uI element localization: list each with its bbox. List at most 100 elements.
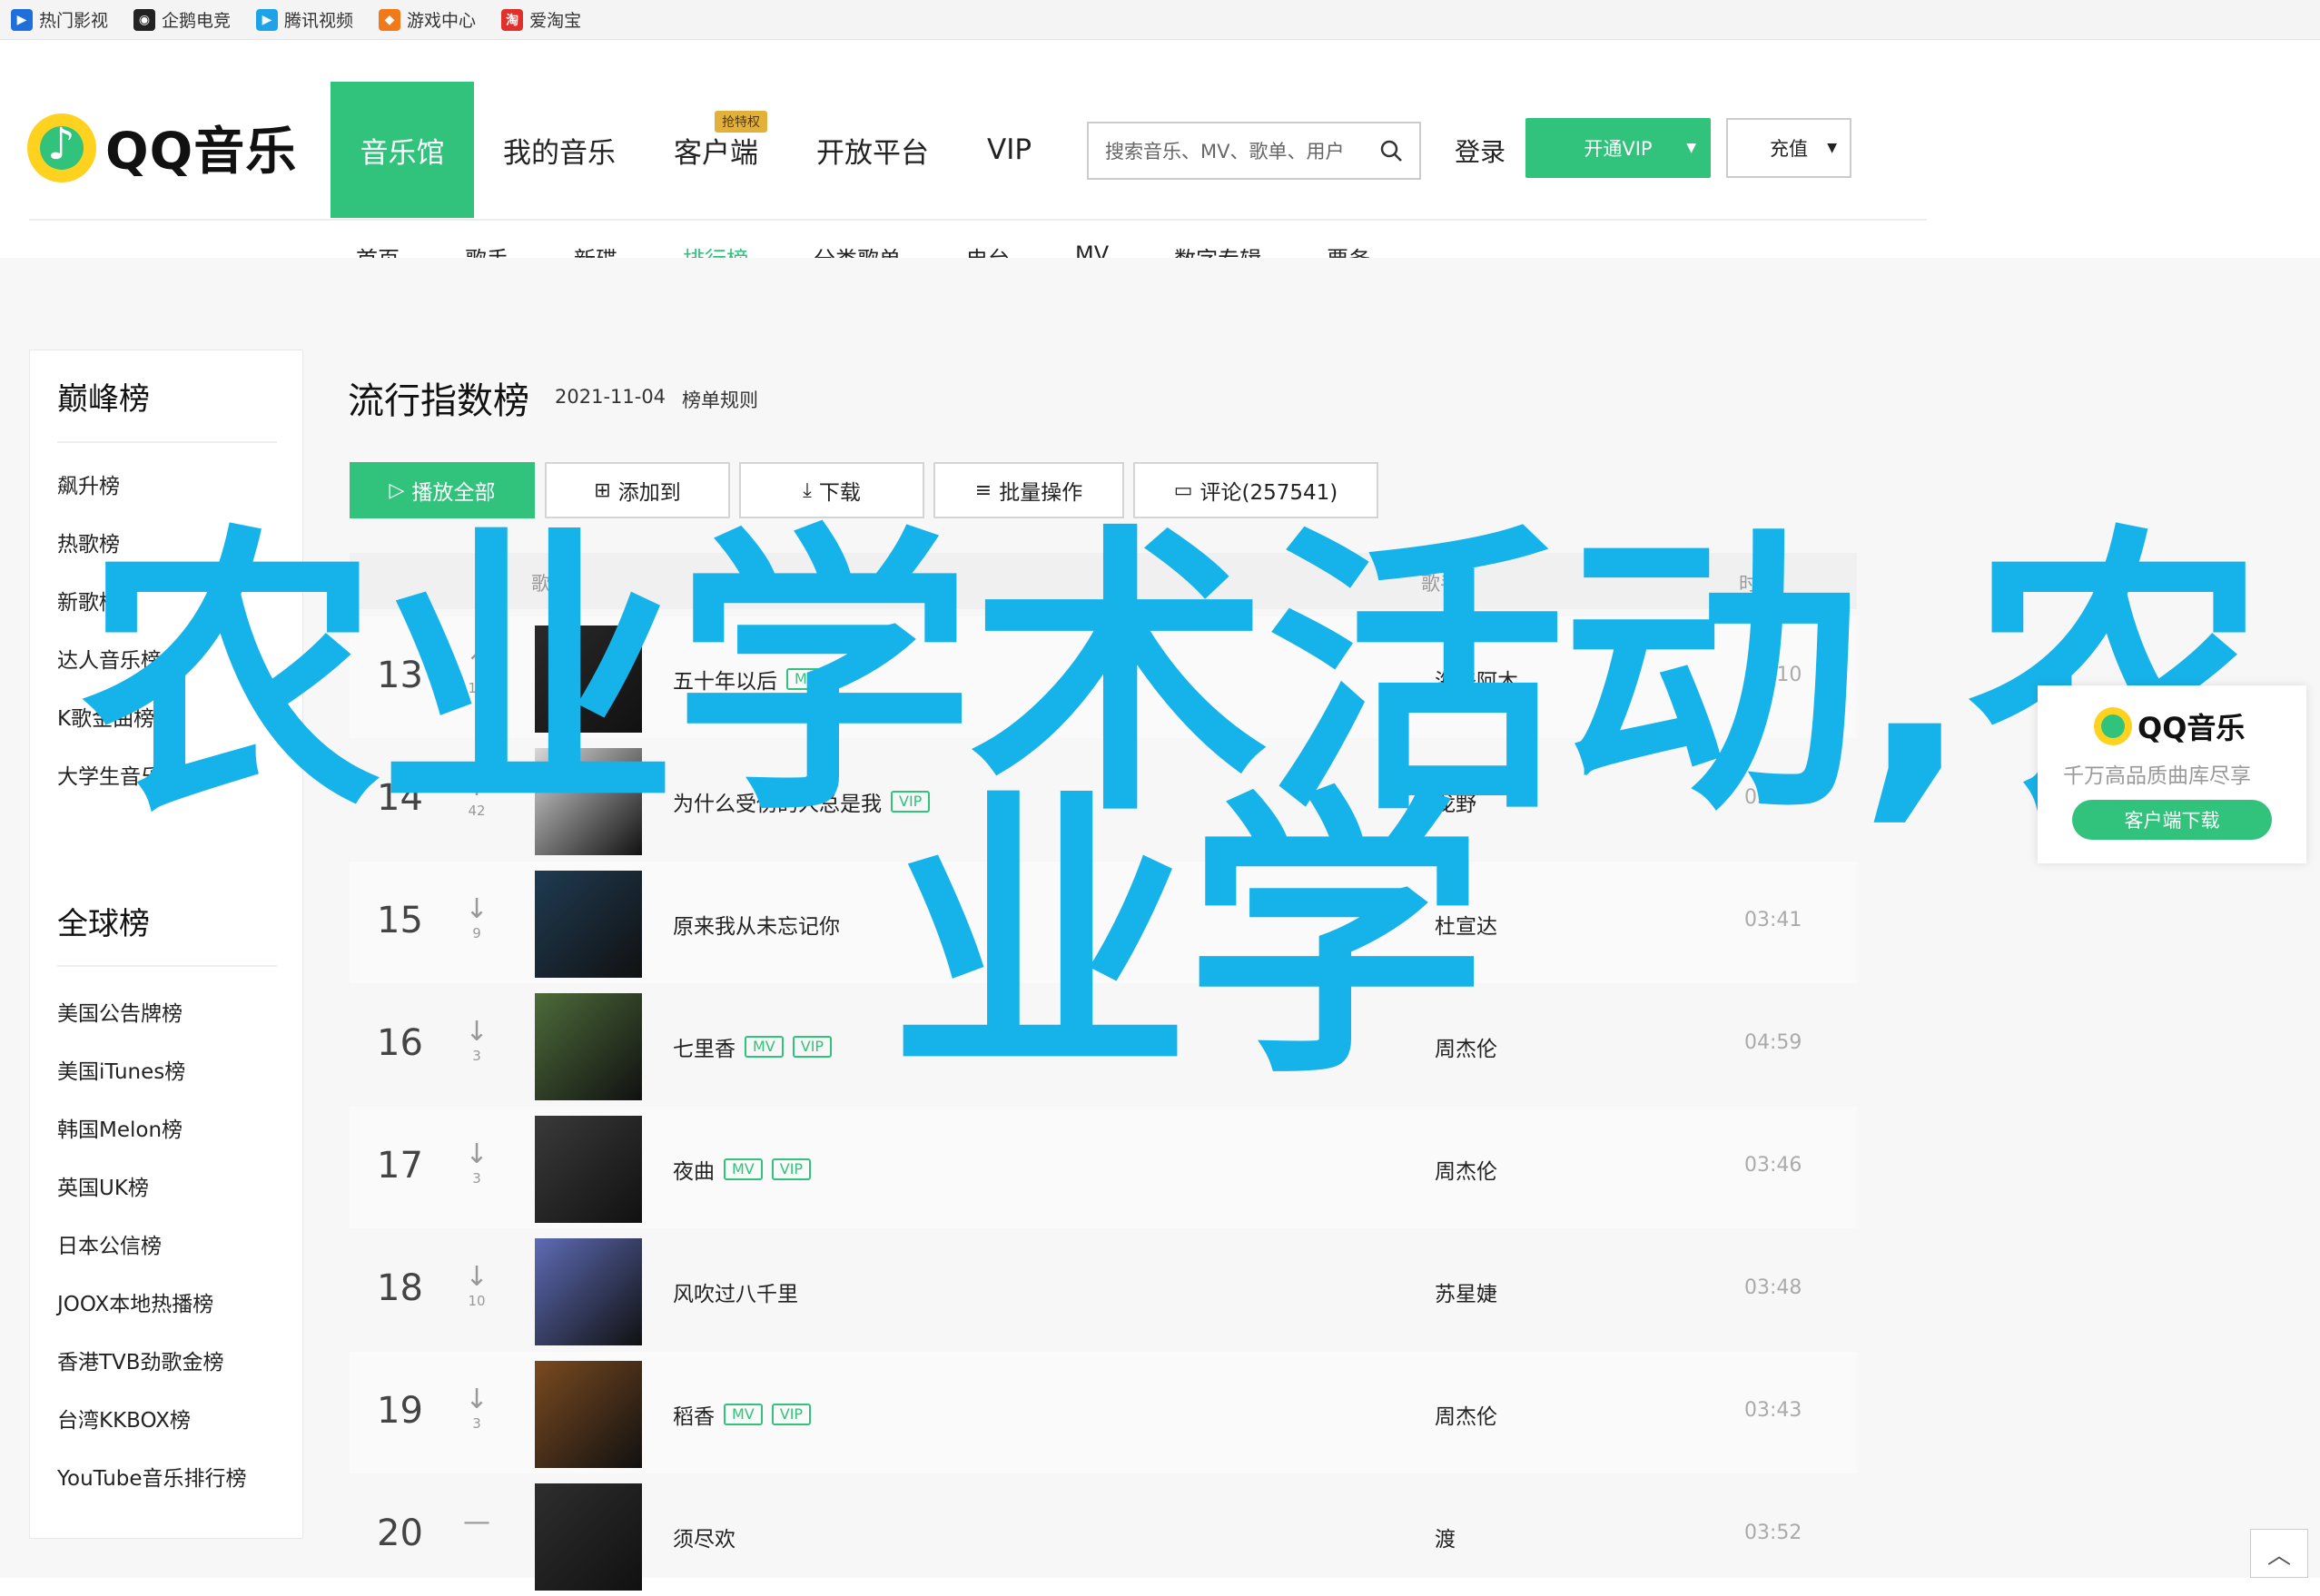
sidebar-chart-item[interactable]: 美国iTunes榜	[57, 1054, 185, 1085]
main-nav-item[interactable]: 开放平台	[787, 82, 958, 218]
album-cover[interactable]	[535, 1361, 642, 1468]
sidebar-chart-item[interactable]: 热歌榜	[57, 527, 120, 557]
main-nav-item[interactable]: 客户端 抢特权	[645, 82, 787, 218]
sidebar-chart-item[interactable]: 香港TVB劲歌金榜	[57, 1345, 224, 1375]
singer-name[interactable]: 杜宣达	[1435, 909, 1497, 940]
open-vip-button[interactable]: 开通VIP ▼	[1525, 118, 1711, 178]
song-title-cell: 原来我从未忘记你	[673, 909, 840, 940]
table-row[interactable]: 17 ↓ 3 夜曲 MV VIP 周杰伦 03:46	[350, 1107, 1857, 1228]
sidebar-chart-item[interactable]: 韩国Melon榜	[57, 1112, 183, 1143]
song-rank: 14	[377, 777, 423, 819]
sidebar-chart-item[interactable]: 美国公告牌榜	[57, 996, 183, 1027]
singer-name[interactable]: 龙野	[1435, 786, 1476, 817]
main-nav-item[interactable]: VIP	[958, 82, 1061, 218]
rank-trend: ↑ 15	[463, 651, 490, 697]
table-row[interactable]: 13 ↑ 15 五十年以后 MV 海来阿木 05:10	[350, 616, 1857, 738]
table-row[interactable]: 18 ↓ 10 风吹过八千里 苏星婕 03:48	[350, 1229, 1857, 1351]
song-title[interactable]: 夜曲	[673, 1154, 715, 1185]
song-rank: 17	[377, 1145, 423, 1187]
sidebar-chart-item[interactable]: 飙升榜	[57, 468, 120, 499]
album-cover[interactable]	[535, 626, 642, 733]
qq-music-logo[interactable]: QQ音乐	[27, 111, 297, 184]
main-nav-label: 开放平台	[816, 136, 929, 170]
back-to-top-button[interactable]: ︿	[2250, 1529, 2308, 1578]
singer-name[interactable]: 渡	[1435, 1522, 1456, 1552]
search-icon[interactable]	[1379, 139, 1403, 163]
sidebar-chart-item[interactable]: K歌金曲榜	[57, 701, 154, 732]
search-input[interactable]: 搜索音乐、MV、歌单、用户	[1087, 122, 1421, 180]
add-to-button[interactable]: ⊞ 添加到	[545, 462, 730, 518]
table-row[interactable]: 16 ↓ 3 七里香 MV VIP 周杰伦 04:59	[350, 984, 1857, 1106]
login-link[interactable]: 登录	[1455, 133, 1506, 169]
bookmark-item[interactable]: ▶ 热门影视	[11, 7, 108, 32]
song-title[interactable]: 风吹过八千里	[673, 1276, 798, 1307]
sidebar-chart-item[interactable]: 大学生音乐榜	[57, 759, 183, 790]
sidebar-chart-item[interactable]: 日本公信榜	[57, 1228, 162, 1259]
album-cover[interactable]	[535, 871, 642, 978]
table-row[interactable]: 19 ↓ 3 稻香 MV VIP 周杰伦 03:43	[350, 1352, 1857, 1473]
album-cover[interactable]	[535, 1483, 642, 1591]
download-button[interactable]: ⤓ 下载	[739, 462, 924, 518]
sidebar-chart-item[interactable]: 英国UK榜	[57, 1170, 149, 1201]
sidebar-chart-item[interactable]: 达人音乐榜	[57, 643, 162, 674]
singer-name[interactable]: 周杰伦	[1435, 1031, 1497, 1062]
sidebar-chart-item[interactable]: YouTube音乐排行榜	[57, 1461, 247, 1492]
sidebar-chart-item[interactable]: 台湾KKBOX榜	[57, 1403, 191, 1433]
caret-down-icon[interactable]: ▼	[1686, 141, 1696, 155]
rank-change: 15	[468, 680, 486, 696]
singer-name[interactable]: 周杰伦	[1435, 1154, 1497, 1185]
song-title-cell: 为什么受伤的人总是我 VIP	[673, 786, 931, 817]
song-duration: 03:43	[1744, 1399, 1802, 1422]
sidebar-chart-item[interactable]: 新歌榜	[57, 585, 120, 616]
sidebar-chart-item[interactable]: JOOX本地热播榜	[57, 1286, 213, 1317]
song-title-cell: 夜曲 MV VIP	[673, 1154, 812, 1185]
album-cover[interactable]	[535, 993, 642, 1100]
mv-badge[interactable]: MV	[745, 1036, 784, 1058]
recharge-button[interactable]: 充值 ▼	[1726, 118, 1851, 178]
main-nav-label: 音乐馆	[360, 136, 445, 170]
caret-down-icon[interactable]: ▼	[1827, 141, 1837, 155]
mv-badge[interactable]: MV	[786, 668, 825, 690]
song-duration: 05:10	[1744, 664, 1802, 686]
singer-name[interactable]: 苏星婕	[1435, 1276, 1497, 1307]
list-edit-icon: ≡	[974, 478, 992, 502]
rank-change: 3	[472, 1170, 481, 1187]
table-row[interactable]: 14 ↑ 42 为什么受伤的人总是我 VIP 龙野 03:43	[350, 739, 1857, 861]
main-nav-item[interactable]: 我的音乐	[474, 82, 645, 218]
mv-badge[interactable]: MV	[724, 1404, 763, 1425]
song-title[interactable]: 七里香	[673, 1031, 735, 1062]
song-title[interactable]: 五十年以后	[673, 664, 777, 695]
song-title-cell: 七里香 MV VIP	[673, 1031, 833, 1062]
film-icon: ▶	[11, 8, 33, 31]
album-cover[interactable]	[535, 748, 642, 855]
mv-badge[interactable]: MV	[724, 1158, 763, 1180]
bookmark-item[interactable]: ◉ 企鹅电竞	[133, 7, 231, 32]
album-cover[interactable]	[535, 1238, 642, 1345]
brand-name: QQ音乐	[105, 123, 298, 182]
song-title[interactable]: 原来我从未忘记你	[673, 909, 840, 940]
bookmark-item[interactable]: 淘爱淘宝	[501, 7, 581, 32]
comments-button[interactable]: ▭ 评论(257541)	[1133, 462, 1378, 518]
song-rank: 16	[377, 1022, 423, 1064]
bookmark-item[interactable]: ◆ 游戏中心	[379, 7, 476, 32]
bookmark-item[interactable]: ▶ 腾讯视频	[256, 7, 353, 32]
main-nav-item[interactable]: 音乐馆	[331, 82, 474, 218]
table-row[interactable]: 15 ↓ 9 原来我从未忘记你 杜宣达 03:41	[350, 862, 1857, 983]
singer-name[interactable]: 周杰伦	[1435, 1399, 1497, 1430]
open-vip-label: 开通VIP	[1584, 138, 1653, 160]
batch-operation-button[interactable]: ≡ 批量操作	[933, 462, 1124, 518]
song-title[interactable]: 稻香	[673, 1399, 715, 1430]
singer-name[interactable]: 海来阿木	[1435, 664, 1518, 695]
ad-slogan: 千万高品质曲库尽享	[2063, 764, 2251, 788]
client-download-button[interactable]: 客户端下载	[2072, 800, 2272, 840]
song-rank: 20	[377, 1512, 423, 1554]
play-all-button[interactable]: ▷ 播放全部	[350, 462, 535, 518]
song-title[interactable]: 须尽欢	[673, 1522, 735, 1552]
song-rank: 15	[377, 900, 423, 941]
chart-rules-link[interactable]: 榜单规则	[682, 386, 758, 413]
song-title[interactable]: 为什么受伤的人总是我	[673, 786, 882, 817]
penguin-icon: ◉	[133, 8, 156, 31]
album-cover[interactable]	[535, 1116, 642, 1223]
client-download-ad: QQ音乐 千万高品质曲库尽享 客户端下载	[2038, 685, 2306, 863]
song-title-cell: 风吹过八千里	[673, 1276, 798, 1307]
